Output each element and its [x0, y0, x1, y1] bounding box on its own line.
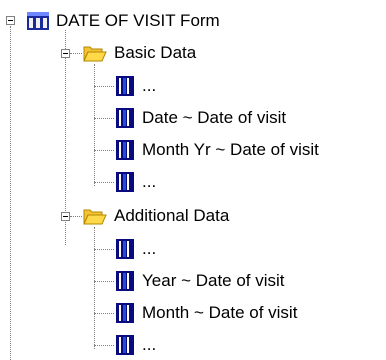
tree-node-basic-item-2[interactable]: Date ~ Date of visit — [114, 107, 286, 129]
tree-node-basic-item-1[interactable]: ... — [114, 75, 156, 97]
field-icon — [114, 171, 136, 193]
field-icon — [114, 302, 136, 324]
tree-line-basic-item-2 — [94, 118, 114, 119]
tree-line-basic-horizontal — [70, 53, 82, 54]
tree-node-additional-item-1[interactable]: ... — [114, 238, 156, 260]
tree-node-basic-data[interactable]: Basic Data — [82, 42, 196, 64]
form-table-icon — [26, 10, 50, 32]
tree-line-basic-item-4 — [94, 182, 114, 183]
tree-line-additional-item-2 — [94, 281, 114, 282]
additional-item-3-label: Month ~ Date of visit — [142, 303, 298, 322]
basic-item-1-label: ... — [142, 76, 157, 95]
basic-item-4-label: ... — [142, 172, 157, 191]
additional-item-4-label: ... — [142, 335, 157, 354]
additional-item-2-label: Year ~ Date of visit — [142, 271, 285, 290]
tree-node-basic-item-3[interactable]: Month Yr ~ Date of visit — [114, 139, 319, 161]
tree-line-basic-item-1 — [94, 86, 114, 87]
basic-item-2-label: Date ~ Date of visit — [142, 108, 287, 127]
tree-line-additional-items-vertical — [94, 227, 95, 349]
tree-line-additional-item-3 — [94, 313, 114, 314]
field-icon — [114, 75, 136, 97]
additional-data-collapse-toggle[interactable] — [61, 212, 70, 221]
tree-line-additional-item-4 — [94, 345, 114, 346]
additional-data-label: Additional Data — [114, 206, 230, 225]
tree-line-basic-item-3 — [94, 150, 114, 151]
basic-item-3-label: Month Yr ~ Date of visit — [142, 140, 319, 159]
open-folder-icon — [82, 42, 108, 64]
tree-node-root-form[interactable]: DATE OF VISIT Form — [26, 10, 220, 32]
form-tree: DATE OF VISIT Form Basic Data ... Date ~… — [0, 0, 386, 360]
field-icon — [114, 270, 136, 292]
tree-node-additional-item-2[interactable]: Year ~ Date of visit — [114, 270, 285, 292]
basic-data-collapse-toggle[interactable] — [61, 49, 70, 58]
field-icon — [114, 334, 136, 356]
tree-node-additional-item-4[interactable]: ... — [114, 334, 156, 356]
tree-node-additional-data[interactable]: Additional Data — [82, 205, 229, 227]
tree-line-root-vertical — [10, 26, 11, 360]
tree-line-additional-item-1 — [94, 249, 114, 250]
field-icon — [114, 139, 136, 161]
open-folder-icon — [82, 205, 108, 227]
field-icon — [114, 107, 136, 129]
tree-node-additional-item-3[interactable]: Month ~ Date of visit — [114, 302, 297, 324]
field-icon — [114, 238, 136, 260]
root-collapse-toggle[interactable] — [6, 16, 15, 25]
tree-line-additional-horizontal — [70, 216, 82, 217]
tree-line-basic-items-vertical — [94, 64, 95, 186]
root-form-label: DATE OF VISIT Form — [56, 11, 220, 30]
tree-node-basic-item-4[interactable]: ... — [114, 171, 156, 193]
additional-item-1-label: ... — [142, 239, 157, 258]
basic-data-label: Basic Data — [114, 43, 197, 62]
